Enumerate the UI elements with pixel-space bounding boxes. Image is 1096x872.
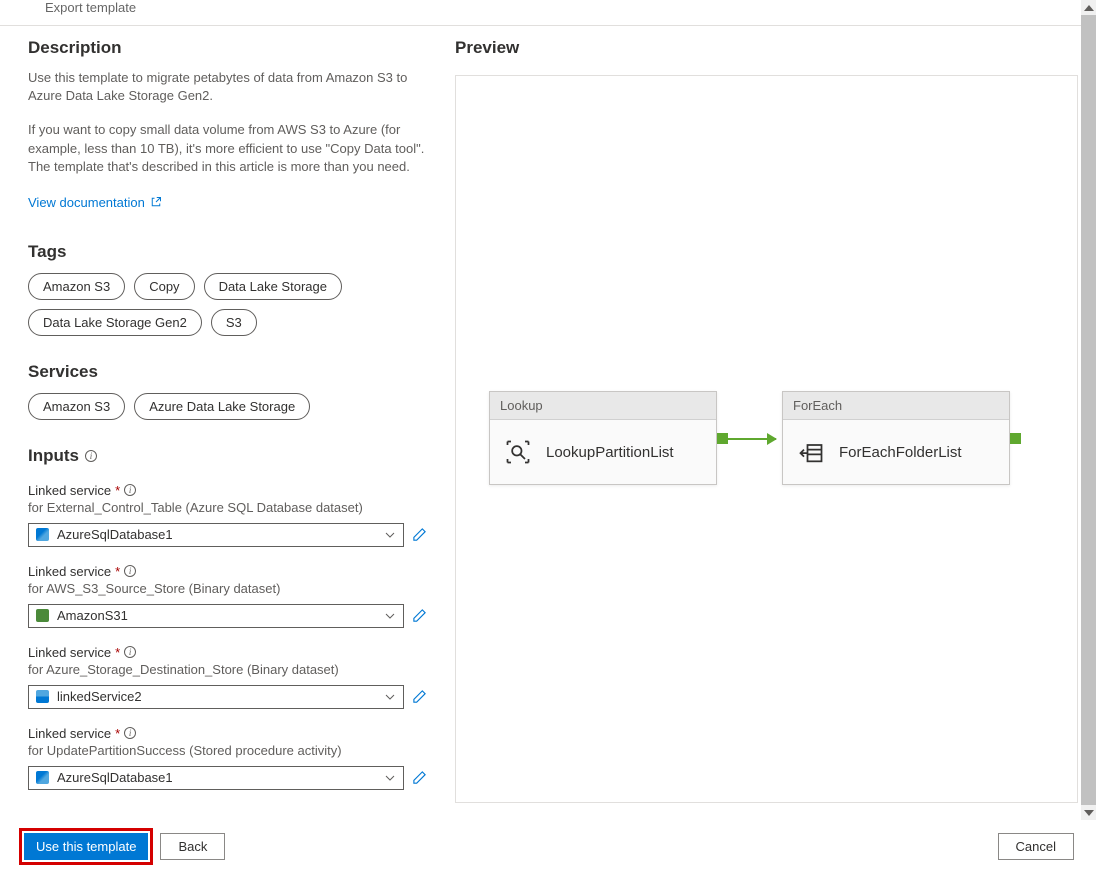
activity-foreach-node[interactable]: ForEach ForEachFolderList bbox=[782, 391, 1010, 485]
input-group-3: Linked service * i for UpdatePartitionSu… bbox=[28, 726, 427, 790]
tags-row-2: Data Lake Storage Gen2 S3 bbox=[28, 309, 427, 336]
edit-pencil-icon-0[interactable] bbox=[412, 527, 427, 542]
input-sublabel-3: for UpdatePartitionSuccess (Stored proce… bbox=[28, 743, 427, 758]
input-sublabel-0: for External_Control_Table (Azure SQL Da… bbox=[28, 500, 427, 515]
input-info-icon-3[interactable]: i bbox=[124, 727, 136, 739]
scroll-up-button[interactable] bbox=[1081, 0, 1096, 15]
tag-s3[interactable]: S3 bbox=[211, 309, 257, 336]
back-button[interactable]: Back bbox=[160, 833, 225, 860]
description-para2: If you want to copy small data volume fr… bbox=[28, 121, 427, 176]
external-link-icon bbox=[150, 196, 162, 208]
activity-foreach-type: ForEach bbox=[783, 392, 1009, 420]
s3-icon bbox=[36, 609, 49, 622]
vertical-scrollbar[interactable] bbox=[1081, 0, 1096, 820]
description-heading: Description bbox=[28, 38, 427, 58]
select-value-1: AmazonS31 bbox=[57, 608, 128, 623]
description-para1: Use this template to migrate petabytes o… bbox=[28, 69, 427, 105]
edit-pencil-icon-2[interactable] bbox=[412, 689, 427, 704]
activity-lookup-type: Lookup bbox=[490, 392, 716, 420]
preview-canvas[interactable]: Lookup LookupPartitionList ForEach bbox=[455, 75, 1078, 803]
chevron-down-icon bbox=[385, 532, 395, 538]
input-info-icon-0[interactable]: i bbox=[124, 484, 136, 496]
select-value-3: AzureSqlDatabase1 bbox=[57, 770, 173, 785]
right-panel: Preview Lookup LookupPartitionList ForEa… bbox=[455, 0, 1096, 820]
input-label-0: Linked service * i bbox=[28, 483, 427, 498]
tag-data-lake-storage[interactable]: Data Lake Storage bbox=[204, 273, 342, 300]
view-documentation-link[interactable]: View documentation bbox=[28, 195, 162, 210]
chevron-down-icon bbox=[1084, 810, 1094, 816]
input-sublabel-2: for Azure_Storage_Destination_Store (Bin… bbox=[28, 662, 427, 677]
linked-service-select-1[interactable]: AmazonS31 bbox=[28, 604, 404, 628]
input-label-3: Linked service * i bbox=[28, 726, 427, 741]
foreach-icon bbox=[797, 438, 825, 466]
required-star-2: * bbox=[115, 645, 120, 660]
chevron-down-icon bbox=[385, 694, 395, 700]
use-this-template-button[interactable]: Use this template bbox=[24, 833, 148, 860]
sql-icon bbox=[36, 771, 49, 784]
activity-lookup-name: LookupPartitionList bbox=[546, 444, 674, 461]
activity-lookup-node[interactable]: Lookup LookupPartitionList bbox=[489, 391, 717, 485]
input-group-1: Linked service * i for AWS_S3_Source_Sto… bbox=[28, 564, 427, 628]
tag-amazon-s3[interactable]: Amazon S3 bbox=[28, 273, 125, 300]
sql-icon bbox=[36, 528, 49, 541]
edit-pencil-icon-1[interactable] bbox=[412, 608, 427, 623]
linked-service-select-0[interactable]: AzureSqlDatabase1 bbox=[28, 523, 404, 547]
tags-heading: Tags bbox=[28, 242, 427, 262]
preview-heading: Preview bbox=[455, 38, 1078, 58]
tag-data-lake-storage-gen2[interactable]: Data Lake Storage Gen2 bbox=[28, 309, 202, 336]
service-amazon-s3[interactable]: Amazon S3 bbox=[28, 393, 125, 420]
services-row: Amazon S3 Azure Data Lake Storage bbox=[28, 393, 427, 420]
label-text-2: Linked service bbox=[28, 645, 111, 660]
input-group-0: Linked service * i for External_Control_… bbox=[28, 483, 427, 547]
label-text-0: Linked service bbox=[28, 483, 111, 498]
required-star-1: * bbox=[115, 564, 120, 579]
input-sublabel-1: for AWS_S3_Source_Store (Binary dataset) bbox=[28, 581, 427, 596]
linked-service-select-2[interactable]: linkedService2 bbox=[28, 685, 404, 709]
chevron-down-icon bbox=[385, 613, 395, 619]
required-star-3: * bbox=[115, 726, 120, 741]
input-label-2: Linked service * i bbox=[28, 645, 427, 660]
tags-section: Tags Amazon S3 Copy Data Lake Storage Da… bbox=[28, 242, 427, 336]
doc-link-text: View documentation bbox=[28, 195, 145, 210]
main-container: Description Use this template to migrate… bbox=[0, 0, 1096, 820]
select-value-0: AzureSqlDatabase1 bbox=[57, 527, 173, 542]
services-section: Services Amazon S3 Azure Data Lake Stora… bbox=[28, 362, 427, 420]
input-label-1: Linked service * i bbox=[28, 564, 427, 579]
activity-foreach-name: ForEachFolderList bbox=[839, 444, 962, 461]
scroll-down-button[interactable] bbox=[1081, 805, 1096, 820]
footer-bar: Use this template Back Cancel bbox=[0, 820, 1096, 872]
label-text-1: Linked service bbox=[28, 564, 111, 579]
edit-pencil-icon-3[interactable] bbox=[412, 770, 427, 785]
description-section: Description Use this template to migrate… bbox=[28, 38, 427, 210]
connector-out-handle[interactable] bbox=[717, 433, 728, 444]
label-text-3: Linked service bbox=[28, 726, 111, 741]
lookup-icon bbox=[504, 438, 532, 466]
storage-icon bbox=[36, 690, 49, 703]
flow-connector bbox=[728, 438, 776, 440]
left-panel: Description Use this template to migrate… bbox=[0, 0, 455, 820]
input-info-icon-1[interactable]: i bbox=[124, 565, 136, 577]
input-group-2: Linked service * i for Azure_Storage_Des… bbox=[28, 645, 427, 709]
inputs-heading: Inputs bbox=[28, 446, 79, 466]
inputs-section: Inputs i Linked service * i for External… bbox=[28, 446, 427, 790]
cancel-button[interactable]: Cancel bbox=[998, 833, 1074, 860]
required-star-0: * bbox=[115, 483, 120, 498]
chevron-down-icon bbox=[385, 775, 395, 781]
tag-copy[interactable]: Copy bbox=[134, 273, 194, 300]
chevron-up-icon bbox=[1084, 5, 1094, 11]
breadcrumb-cutoff: Export template bbox=[0, 0, 1096, 26]
linked-service-select-3[interactable]: AzureSqlDatabase1 bbox=[28, 766, 404, 790]
inputs-info-icon[interactable]: i bbox=[85, 450, 97, 462]
input-info-icon-2[interactable]: i bbox=[124, 646, 136, 658]
service-adls[interactable]: Azure Data Lake Storage bbox=[134, 393, 310, 420]
scroll-thumb[interactable] bbox=[1081, 15, 1096, 805]
tags-row-1: Amazon S3 Copy Data Lake Storage bbox=[28, 273, 427, 300]
select-value-2: linkedService2 bbox=[57, 689, 142, 704]
connector-out-handle-2[interactable] bbox=[1010, 433, 1021, 444]
services-heading: Services bbox=[28, 362, 427, 382]
